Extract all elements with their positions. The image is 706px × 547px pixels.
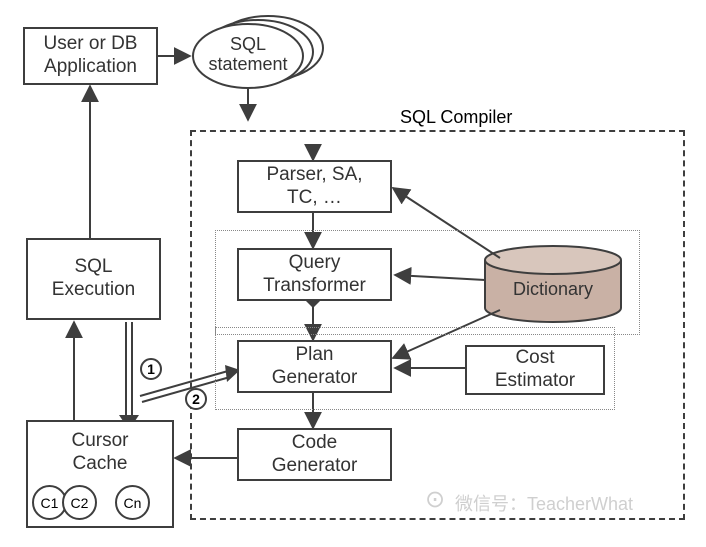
diagram-canvas: SQL statement Dictionary: [0, 0, 706, 547]
svg-text:SQL: SQL: [230, 34, 266, 54]
wechat-icon: ⊙: [425, 485, 445, 514]
user-db-box: User or DB Application: [23, 27, 158, 85]
cache-circle-cn: Cn: [115, 485, 150, 520]
query-transformer-box: Query Transformer: [237, 248, 392, 301]
sql-execution-box: SQL Execution: [26, 238, 161, 320]
watermark-text: 微信号：TeacherWhat: [455, 490, 633, 516]
plan-generator-box: Plan Generator: [237, 340, 392, 393]
marker-1: 1: [140, 358, 162, 380]
cache-circle-c2: C2: [62, 485, 97, 520]
parser-box: Parser, SA, TC, …: [237, 160, 392, 213]
sql-compiler-title: SQL Compiler: [400, 107, 512, 128]
code-generator-box: Code Generator: [237, 428, 392, 481]
svg-text:statement: statement: [208, 54, 287, 74]
cost-estimator-box: Cost Estimator: [465, 345, 605, 395]
marker-2: 2: [185, 388, 207, 410]
